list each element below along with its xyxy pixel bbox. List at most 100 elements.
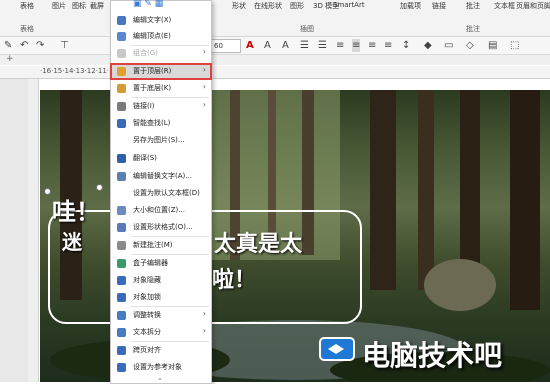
quick-styles-icon[interactable]: ⬚ (510, 39, 519, 52)
ribbon-item-graphics[interactable]: 图形 (290, 1, 304, 11)
menu-divider (131, 97, 209, 98)
menu-item-hide-object[interactable]: 对象隐藏 (111, 273, 211, 288)
link-icon (117, 102, 126, 111)
send-to-back-icon (117, 84, 126, 93)
menu-item-format-shape[interactable]: 设置形状格式(O)... (111, 220, 211, 235)
menu-divider (131, 254, 209, 255)
edit-points-icon (117, 32, 126, 41)
ribbon-item-screenshot[interactable]: 截屏 (90, 1, 104, 11)
translate-icon (117, 154, 126, 163)
ribbon-item-textbox[interactable]: 文本框 (494, 1, 515, 11)
format-toolbar: ✎ ↶ ↷ ⊤ 60 A A A ☰ ☰ ≡ ≡ ≡ ≡ ↕ ◆ ▭ ◇ ▤ ⬚ (0, 37, 550, 55)
ribbon-item-link[interactable]: 链接 (432, 1, 446, 11)
menu-item-group[interactable]: 组合(G) › (111, 46, 211, 61)
align-icon (117, 346, 126, 355)
menu-item-link[interactable]: 链接(I) › (111, 99, 211, 114)
ribbon-item-addins[interactable]: 加载项 (400, 1, 421, 11)
menu-item-save-as-picture[interactable]: 另存为图片(S)... (111, 133, 211, 148)
bullets-icon[interactable]: ☰ (300, 39, 309, 52)
redo-icon[interactable]: ↷ (36, 39, 44, 52)
undo-icon[interactable]: ↶ (20, 39, 28, 52)
shape-effects-icon[interactable]: ◇ (466, 39, 474, 52)
slide-text-line2[interactable]: 太真是太 (214, 226, 302, 258)
menu-item-box-editor[interactable]: 盒子编辑器 (111, 256, 211, 271)
align-center-icon[interactable]: ≡ (352, 39, 361, 52)
context-menu: ▣ ✎ ▦ 编辑文字(X) 编辑顶点(E) 组合(G) › 置于顶层(R) › … (110, 0, 212, 384)
ribbon-group-tables: 表格 (20, 25, 34, 33)
ribbon-group-illustrations: 插图 (300, 25, 314, 33)
box-editor-icon (117, 259, 126, 268)
align-right-icon[interactable]: ≡ (368, 39, 376, 52)
horizontal-ruler: ·16·15·14·13·12·11·10·9·8·7·6·5·4·3·2·1· (0, 66, 550, 79)
ribbon: 表格 图片 图标 截屏 形状 在线形状 图形 3D 模型 SmartArt 加载… (0, 0, 550, 37)
decrease-font-icon[interactable]: A (282, 39, 289, 52)
ribbon-item-header-footer[interactable]: 页眉和页脚 (516, 1, 550, 11)
hide-icon (117, 276, 126, 285)
ribbon-item-smartart[interactable]: SmartArt (333, 1, 365, 9)
slide-text-left[interactable]: 迷 (62, 226, 82, 255)
font-size-field[interactable]: 60 (211, 39, 241, 53)
menu-item-cross-page-align[interactable]: 跨页对齐 (111, 343, 211, 358)
menu-item-translate[interactable]: 翻译(S) (111, 151, 211, 166)
ribbon-item-picture[interactable]: 图片 (52, 1, 66, 11)
menu-item-smart-lookup[interactable]: 智能查找(L) (111, 116, 211, 131)
menu-item-set-default-textbox[interactable]: 设置为默认文本框(D) (111, 186, 211, 201)
arrange-icon[interactable]: ▤ (488, 39, 497, 52)
ribbon-group-comments: 批注 (466, 25, 480, 33)
ribbon-item-online-shapes[interactable]: 在线形状 (254, 1, 282, 11)
convert-icon (117, 311, 126, 320)
menu-item-bring-to-front[interactable]: 置于顶层(R) › (110, 63, 212, 80)
outline-color-icon[interactable]: ▭ (444, 39, 453, 52)
group-icon (117, 49, 126, 58)
resize-handle[interactable] (44, 188, 51, 195)
menu-item-text-split[interactable]: 文本拆分 › (111, 325, 211, 340)
lock-icon (117, 293, 126, 302)
ribbon-item-shapes[interactable]: 形状 (232, 1, 246, 11)
align-left-icon[interactable]: ≡ (336, 39, 344, 52)
edit-text-icon (117, 16, 126, 25)
line-spacing-icon[interactable]: ↕ (402, 39, 410, 52)
ribbon-item-icon[interactable]: 图标 (72, 1, 86, 11)
numbering-icon[interactable]: ☰ (318, 39, 327, 52)
format-painter-icon[interactable]: ⊤ (60, 39, 69, 52)
chevron-right-icon: › (202, 82, 206, 91)
chevron-right-icon: › (202, 309, 206, 318)
slide-text-wow[interactable]: 哇！ (52, 192, 100, 227)
menu-item-adjust-convert[interactable]: 调整转换 › (111, 308, 211, 323)
menu-item-size-position[interactable]: 大小和位置(Z)... (111, 203, 211, 218)
comment-icon (117, 241, 126, 250)
chevron-right-icon: › (202, 47, 206, 56)
search-icon (117, 119, 126, 128)
chevron-right-icon: › (202, 326, 206, 335)
ribbon-item-comment[interactable]: 批注 (466, 1, 480, 11)
alt-text-icon (117, 172, 126, 181)
format-shape-icon (117, 223, 126, 232)
ruler-toolbar-row: + (0, 54, 550, 65)
menu-divider (131, 341, 209, 342)
chevron-right-icon: › (202, 100, 206, 109)
resize-handle[interactable] (96, 184, 103, 191)
menu-item-lock-object[interactable]: 对象加锁 (111, 290, 211, 305)
text-split-icon (117, 328, 126, 337)
menu-item-new-comment[interactable]: 新建批注(M) (111, 238, 211, 253)
menu-item-edit-points[interactable]: 编辑顶点(E) (111, 29, 211, 44)
chevron-down-icon[interactable]: ⌄ (157, 374, 163, 382)
ribbon-item-table[interactable]: 表格 (20, 1, 34, 11)
watermark-text: 电脑技术吧 (362, 339, 503, 372)
slide-panel (0, 79, 28, 382)
menu-item-set-reference[interactable]: 设置为参考对象 (111, 360, 211, 375)
add-icon[interactable]: + (6, 54, 14, 64)
menu-item-send-to-back[interactable]: 置于底层(K) › (111, 81, 211, 96)
menu-quick-icons[interactable]: ▣ ✎ ▦ (133, 0, 163, 9)
size-position-icon (117, 206, 126, 215)
monitor-icon (319, 337, 355, 361)
increase-font-icon[interactable]: A (264, 39, 271, 52)
justify-icon[interactable]: ≡ (384, 39, 392, 52)
fill-color-icon[interactable]: ◆ (424, 39, 432, 52)
menu-item-edit-text[interactable]: 编辑文字(X) (111, 13, 211, 28)
brush-icon[interactable]: ✎ (4, 39, 12, 52)
menu-item-edit-alt-text[interactable]: 编辑替换文字(A)... (111, 169, 211, 184)
slide-text-line3[interactable]: 啦！ (212, 262, 256, 294)
bring-to-front-icon (117, 67, 126, 76)
font-color-icon[interactable]: A (246, 39, 254, 52)
